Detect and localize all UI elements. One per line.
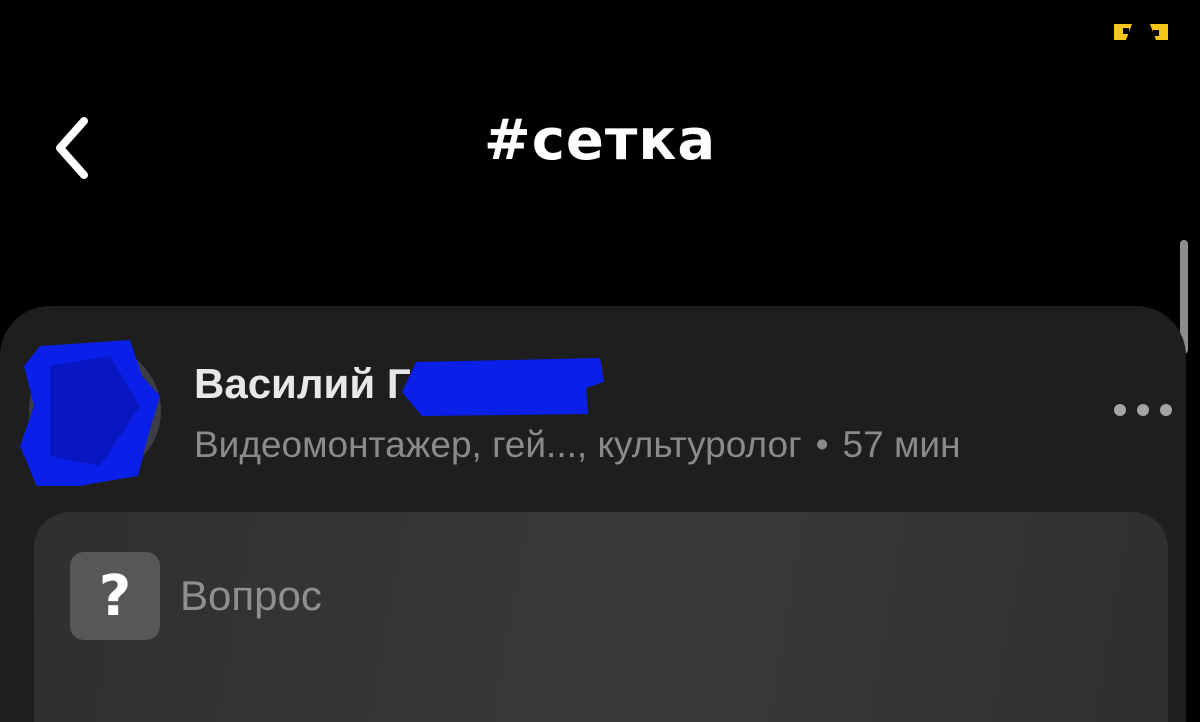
meta-separator: • (815, 424, 829, 465)
avatar[interactable] (20, 336, 162, 494)
screen: #сетка Василий Г Видеомонтажер, гей..., … (0, 0, 1200, 722)
author-name[interactable]: Василий Г (194, 360, 411, 408)
question-icon: ? (70, 552, 160, 640)
author-meta: Видеомонтажер, гей..., культуролог • 57 ми… (194, 424, 961, 466)
author-occupation: Видеомонтажер, гей..., культуролог (194, 424, 802, 465)
post-time: 57 мин (842, 424, 961, 465)
more-button[interactable] (1114, 398, 1172, 422)
more-horizontal-icon-dot (1137, 404, 1149, 416)
more-horizontal-icon-dot (1160, 404, 1172, 416)
name-redaction (402, 352, 604, 418)
page-title: #сетка (483, 108, 717, 173)
more-horizontal-icon-dot (1114, 404, 1126, 416)
yellow-brackets-icon (1112, 20, 1170, 44)
question-label: Вопрос (180, 572, 322, 619)
